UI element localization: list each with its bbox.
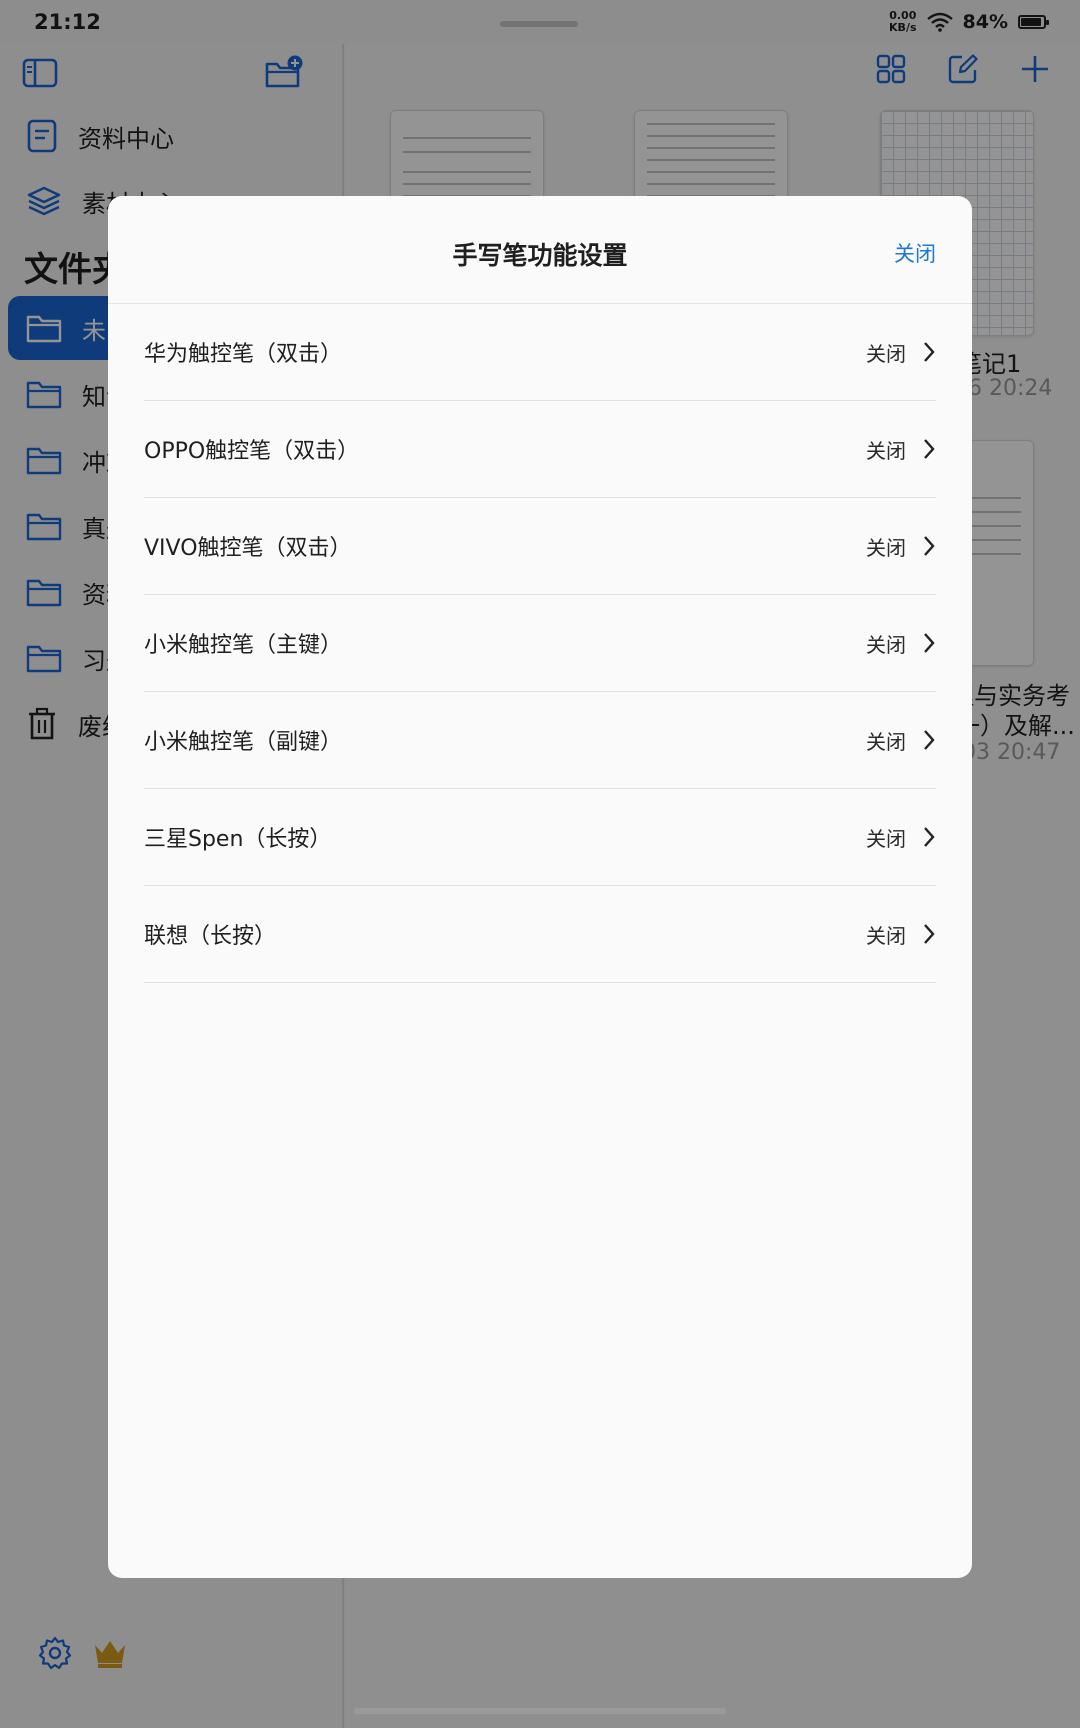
chevron-right-icon (924, 633, 935, 653)
setting-value: 关闭 (866, 923, 906, 948)
setting-row-xiaomi-primary[interactable]: 小米触控笔（主键） 关闭 (144, 595, 936, 692)
chevron-right-icon (924, 924, 935, 944)
screen: 21:12 0.00 KB/s 84% 资料中心 文件夹 冲刺 真题 资料 习题… (0, 0, 1080, 1728)
setting-value: 关闭 (866, 438, 906, 463)
setting-value: 关闭 (866, 535, 906, 560)
setting-value: 关闭 (866, 826, 906, 851)
setting-row-xiaomi-secondary[interactable]: 小米触控笔（副键） 关闭 (144, 692, 936, 789)
setting-value: 关闭 (866, 632, 906, 657)
setting-label: 小米触控笔（主键） (144, 633, 343, 658)
setting-row-huawei-pen[interactable]: 华为触控笔（双击） 关闭 (144, 304, 936, 401)
stylus-settings-dialog: 手写笔功能设置 关闭 华为触控笔（双击） 关闭 OPPO触控笔（双击） 关闭 V… (108, 196, 972, 1578)
chevron-right-icon (924, 342, 935, 362)
stylus-settings-list: 华为触控笔（双击） 关闭 OPPO触控笔（双击） 关闭 VIVO触控笔（双击） … (144, 304, 936, 983)
setting-label: 三星Spen（长按） (144, 827, 332, 852)
dialog-close-button[interactable]: 关闭 (894, 238, 936, 268)
setting-value: 关闭 (866, 341, 906, 366)
chevron-right-icon (924, 439, 935, 459)
dialog-title: 手写笔功能设置 (452, 241, 628, 270)
setting-row-lenovo[interactable]: 联想（长按） 关闭 (144, 886, 936, 983)
chevron-right-icon (924, 827, 935, 847)
setting-label: 联想（长按） (144, 924, 277, 949)
setting-row-vivo-pen[interactable]: VIVO触控笔（双击） 关闭 (144, 498, 936, 595)
setting-row-oppo-pen[interactable]: OPPO触控笔（双击） 关闭 (144, 401, 936, 498)
chevron-right-icon (924, 536, 935, 556)
setting-label: OPPO触控笔（双击） (144, 439, 360, 464)
setting-value: 关闭 (866, 729, 906, 754)
setting-row-samsung-spen[interactable]: 三星Spen（长按） 关闭 (144, 789, 936, 886)
setting-label: 小米触控笔（副键） (144, 730, 343, 755)
chevron-right-icon (924, 730, 935, 750)
home-indicator[interactable] (354, 1708, 726, 1714)
setting-label: 华为触控笔（双击） (144, 342, 343, 367)
dialog-header: 手写笔功能设置 关闭 (108, 196, 972, 304)
setting-label: VIVO触控笔（双击） (144, 536, 352, 561)
